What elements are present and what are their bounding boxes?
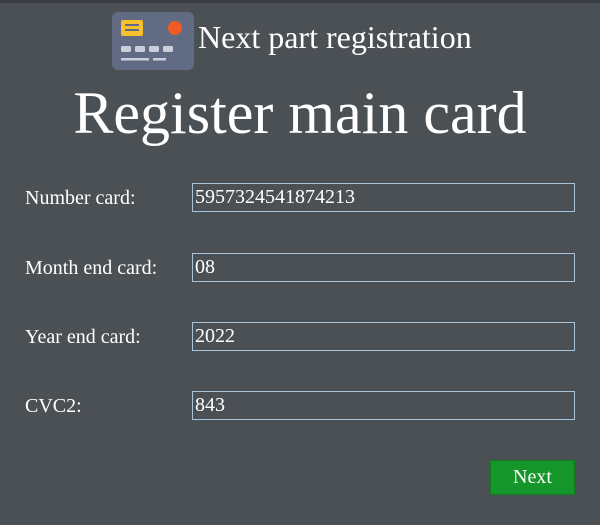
number-card-row: Number card:: [25, 183, 575, 213]
month-end-input[interactable]: [192, 253, 575, 282]
top-strip: [0, 0, 600, 3]
year-end-row: Year end card:: [25, 322, 575, 352]
year-end-label: Year end card:: [25, 326, 141, 348]
cvc2-row: CVC2:: [25, 391, 575, 421]
number-card-label: Number card:: [25, 187, 136, 209]
cvc2-input[interactable]: [192, 391, 575, 420]
credit-card-icon: [112, 12, 194, 70]
number-card-input[interactable]: [192, 183, 575, 212]
page-title: Register main card: [73, 80, 527, 146]
month-end-row: Month end card:: [25, 253, 575, 283]
header: Next part registration: [112, 12, 472, 70]
cvc2-label: CVC2:: [25, 395, 82, 417]
year-end-input[interactable]: [192, 322, 575, 351]
month-end-label: Month end card:: [25, 257, 158, 279]
next-button[interactable]: Next: [490, 460, 575, 495]
header-title: Next part registration: [198, 19, 472, 55]
registration-window: Next part registration Register main car…: [0, 0, 600, 525]
